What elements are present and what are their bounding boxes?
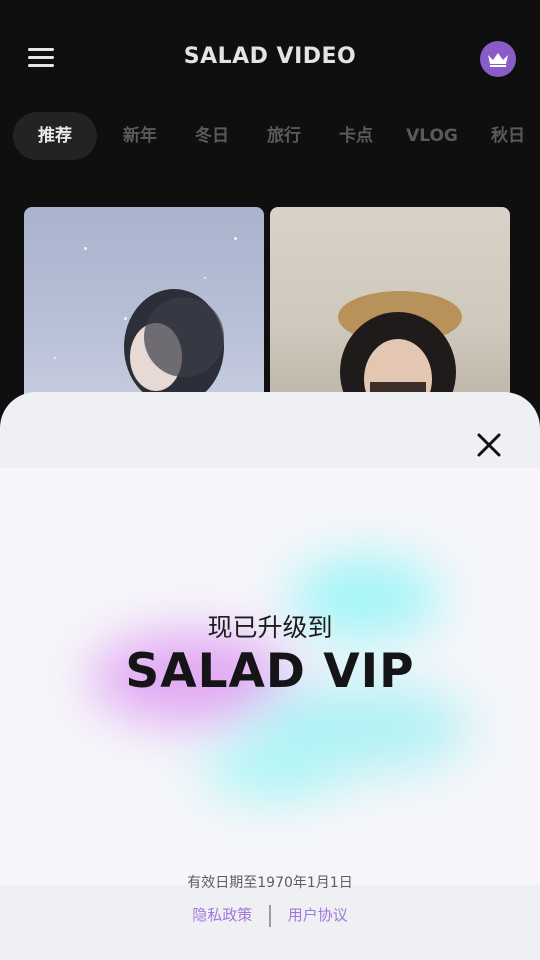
thumbnail-image <box>124 289 224 405</box>
crown-icon <box>488 53 508 67</box>
tab-beat-sync[interactable]: 卡点 <box>326 112 386 160</box>
category-tabs: 推荐 新年 冬日 旅行 卡点 VLOG 秋日 <box>0 112 540 162</box>
app-title: SALAD VIDEO <box>183 44 357 69</box>
glow-decoration <box>200 738 340 798</box>
privacy-policy-link[interactable]: 隐私政策 <box>192 906 252 924</box>
video-thumbnail[interactable] <box>270 207 510 407</box>
vip-bottom-sheet: 现已升级到 SALAD VIP 有效日期至1970年1月1日 隐私政策 用户协议 <box>0 392 540 960</box>
tab-new-year[interactable]: 新年 <box>110 112 170 160</box>
close-icon[interactable] <box>472 428 506 462</box>
vip-title: SALAD VIP <box>125 644 415 699</box>
divider <box>269 904 271 927</box>
tab-vlog[interactable]: VLOG <box>398 112 466 160</box>
video-thumbnail[interactable] <box>24 207 264 407</box>
top-bar: SALAD VIDEO <box>0 0 540 112</box>
legal-links: 隐私政策 用户协议 <box>0 904 540 927</box>
tab-autumn[interactable]: 秋日 <box>478 112 538 160</box>
validity-date: 有效日期至1970年1月1日 <box>187 875 353 891</box>
upgrade-subtitle: 现已升级到 <box>207 613 333 642</box>
user-agreement-link[interactable]: 用户协议 <box>288 906 348 924</box>
vip-banner: 现已升级到 SALAD VIP <box>0 468 540 885</box>
thumbnail-image <box>338 291 462 407</box>
vip-crown-button[interactable] <box>480 41 516 77</box>
tab-travel[interactable]: 旅行 <box>254 112 314 160</box>
tab-winter[interactable]: 冬日 <box>182 112 242 160</box>
tab-recommended[interactable]: 推荐 <box>13 112 97 160</box>
